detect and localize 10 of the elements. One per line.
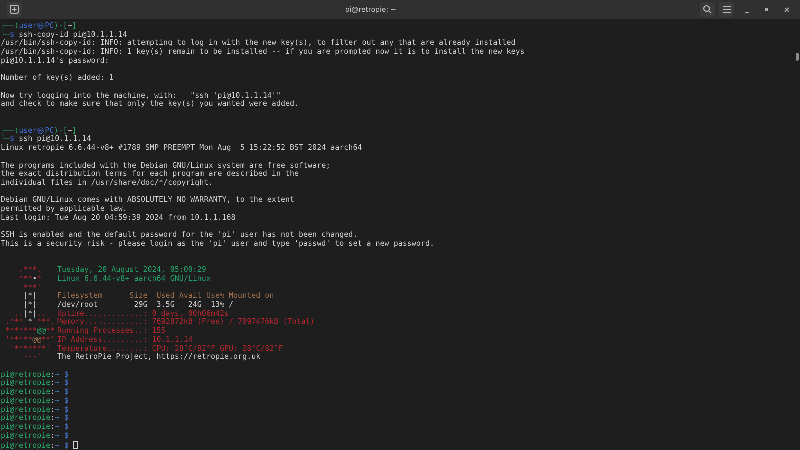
search-icon <box>703 5 712 14</box>
text-cursor <box>72 440 78 448</box>
close-icon <box>784 6 790 12</box>
new-tab-button[interactable] <box>7 2 22 17</box>
search-button[interactable] <box>700 2 715 17</box>
scrollbar-thumb[interactable] <box>796 53 799 61</box>
menu-button[interactable] <box>719 2 734 17</box>
plus-icon <box>10 5 19 14</box>
maximize-icon <box>764 6 770 12</box>
menu-icon <box>722 6 730 13</box>
